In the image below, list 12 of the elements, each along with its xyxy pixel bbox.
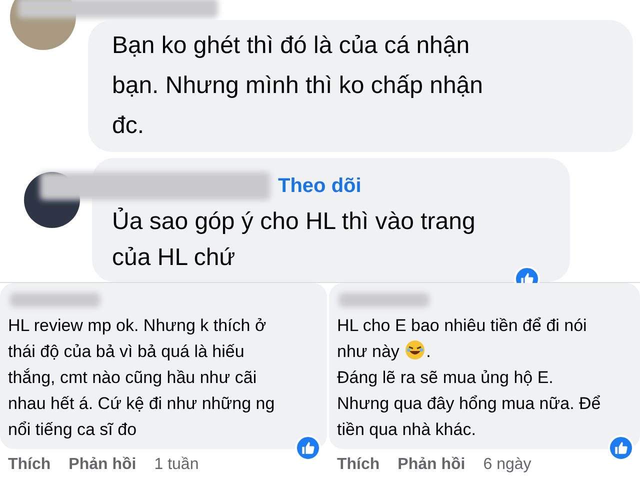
comment-action-link[interactable]: Thích — [337, 453, 380, 477]
comment-action-link[interactable]: Phản hồi — [68, 453, 136, 477]
comment-text: Ủa sao góp ý cho HL thì vào trang của HL chứ — [112, 206, 476, 273]
laughing-emoji-icon — [405, 340, 426, 360]
comment-action-link[interactable]: Phản hồi — [398, 453, 466, 477]
comment-time: 1 tuần — [154, 455, 199, 475]
comment-text: HL cho E bao nhiêu tiền để đi nói như này . Đáng lẽ ra sẽ mua ủng hộ E. Nhưng qua đây hổng mua nữa. Để tiền qua nhà khác. — [337, 315, 602, 441]
comment-action-link[interactable]: Thích — [8, 453, 51, 477]
comment-time: 6 ngày — [483, 455, 532, 475]
comment-text: HL review mp ok. Nhưng k thích ở thái độ của bả vì bả quá là hiếu thắng, cmt nào cũng hầu như cãi nhau hết á. Cứ kệ đi như những ng nổi tiếng ca sĩ đo — [8, 315, 276, 441]
follow-link[interactable]: Theo dõi — [278, 171, 362, 201]
comment-text: Bạn ko ghét thì đó là của cá nhận bạn. Nhưng mình thì ko chấp nhận đc. — [112, 31, 484, 141]
